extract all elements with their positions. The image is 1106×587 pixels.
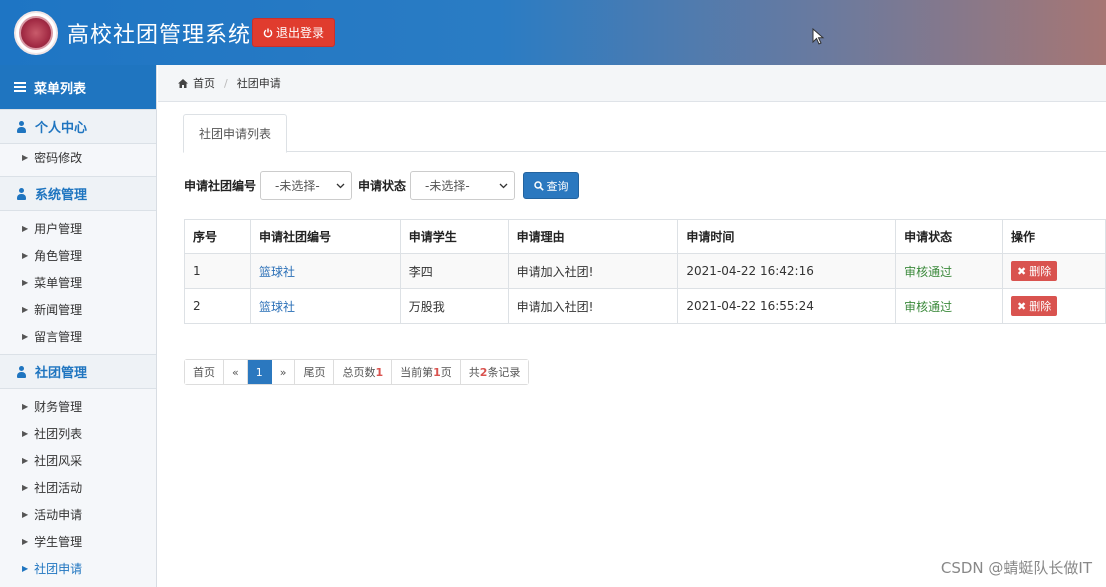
- delete-button[interactable]: ✖ 删除: [1011, 261, 1058, 281]
- caret-right-icon: ▶: [22, 456, 29, 465]
- status-label: 申请状态: [358, 179, 407, 193]
- breadcrumb: 首页 / 社团申请: [158, 65, 1106, 102]
- current-page-info: 当前第 1 页: [392, 360, 461, 384]
- first-page-button[interactable]: 首页: [185, 360, 224, 384]
- top-header: 高校社团管理系统 退出登录: [0, 0, 1106, 65]
- sidebar-item-roles[interactable]: ▶ 角色管理: [0, 242, 156, 269]
- sidebar-group-clubs[interactable]: 社团管理: [0, 354, 156, 389]
- club-link[interactable]: 篮球社: [259, 300, 295, 314]
- column-header: 申请状态: [895, 219, 1004, 254]
- list-icon: [14, 82, 26, 92]
- column-header: 操作: [1002, 219, 1106, 254]
- application-time: 2021-04-22 16:55:24: [677, 288, 897, 324]
- total-records-info: 共 2 条记录: [460, 360, 529, 384]
- chevron-down-icon: [499, 183, 508, 188]
- breadcrumb-home[interactable]: 首页: [193, 75, 215, 91]
- breadcrumb-current: 社团申请: [236, 77, 281, 90]
- status-badge: 审核通过: [904, 299, 953, 314]
- user-icon: [16, 365, 27, 378]
- sidebar-item-club-applications[interactable]: ▶ 社团申请: [0, 555, 156, 582]
- column-header: 申请时间: [677, 219, 897, 254]
- sidebar-item-club-showcase[interactable]: ▶ 社团风采: [0, 447, 156, 474]
- tab-bar: 社团申请列表: [183, 114, 1106, 153]
- last-page-button[interactable]: 尾页: [295, 360, 335, 384]
- power-icon: [263, 28, 273, 37]
- caret-right-icon: ▶: [22, 483, 29, 492]
- status-badge: 审核通过: [904, 264, 953, 279]
- sidebar: 菜单列表 个人中心 ▶ 密码修改 系统管理 ▶ 用户管理 ▶ 角色管理 ▶ 菜单管理 …: [0, 65, 157, 587]
- sidebar-item-students[interactable]: ▶ 学生管理: [0, 528, 156, 555]
- sidebar-item-menus[interactable]: ▶ 菜单管理: [0, 269, 156, 296]
- close-icon: ✖: [1017, 299, 1027, 313]
- application-time: 2021-04-22 16:42:16: [677, 253, 897, 289]
- logout-label: 退出登录: [275, 26, 324, 40]
- logout-button[interactable]: 退出登录: [252, 18, 335, 47]
- delete-button[interactable]: ✖ 删除: [1011, 296, 1058, 316]
- sidebar-item-finance[interactable]: ▶ 财务管理: [0, 393, 156, 420]
- query-button[interactable]: 查询: [523, 172, 580, 199]
- status-select[interactable]: -未选择-: [410, 171, 516, 200]
- table-row: 2 篮球社 万股我 申请加入社团! 2021-04-22 16:55:24 审核…: [184, 288, 1106, 324]
- student-name: 李四: [399, 253, 509, 289]
- home-icon: [178, 78, 188, 88]
- university-logo: [14, 11, 58, 55]
- total-pages-info: 总页数 1: [334, 360, 393, 384]
- column-header: 申请学生: [399, 219, 509, 254]
- search-icon: [533, 180, 544, 191]
- search-form: 申请社团编号 -未选择- 申请状态 -未选择- 查询: [184, 171, 580, 200]
- tab-club-application-list[interactable]: 社团申请列表: [183, 114, 287, 153]
- app-title: 高校社团管理系统: [67, 23, 252, 48]
- sidebar-group-system[interactable]: 系统管理: [0, 176, 156, 211]
- column-header: 申请理由: [507, 219, 679, 254]
- sidebar-item-activity-applications[interactable]: ▶ 活动申请: [0, 501, 156, 528]
- club-number-select[interactable]: -未选择-: [260, 171, 353, 200]
- caret-right-icon: ▶: [22, 429, 29, 438]
- pagination: 首页 « 1 » 尾页 总页数 1 当前第 1 页 共 2 条记录: [184, 359, 530, 385]
- caret-right-icon: ▶: [22, 153, 29, 162]
- table-header-row: 序号 申请社团编号 申请学生 申请理由 申请时间 申请状态 操作: [184, 219, 1106, 254]
- caret-right-icon: ▶: [22, 402, 29, 411]
- watermark: CSDN @蜻蜓队长做IT: [940, 559, 1092, 577]
- table-row: 1 篮球社 李四 申请加入社团! 2021-04-22 16:42:16 审核通…: [184, 253, 1106, 289]
- sidebar-group-personal[interactable]: 个人中心: [0, 109, 156, 144]
- club-number-label: 申请社团编号: [184, 179, 257, 193]
- mouse-cursor-icon: [812, 28, 825, 45]
- user-icon: [16, 187, 27, 200]
- sidebar-item-password[interactable]: ▶ 密码修改: [0, 144, 156, 171]
- application-reason: 申请加入社团!: [507, 253, 679, 289]
- menu-list-header: 菜单列表: [0, 65, 156, 109]
- caret-right-icon: ▶: [22, 332, 29, 341]
- sidebar-item-club-list[interactable]: ▶ 社团列表: [0, 420, 156, 447]
- application-table: 序号 申请社团编号 申请学生 申请理由 申请时间 申请状态 操作 1 篮球社 李…: [184, 219, 1106, 324]
- close-icon: ✖: [1017, 264, 1027, 278]
- caret-right-icon: ▶: [22, 251, 29, 260]
- student-name: 万股我: [399, 288, 509, 324]
- caret-right-icon: ▶: [22, 305, 29, 314]
- row-number: 1: [184, 253, 251, 289]
- breadcrumb-separator: /: [224, 76, 228, 90]
- caret-right-icon: ▶: [22, 224, 29, 233]
- caret-right-icon: ▶: [22, 537, 29, 546]
- application-reason: 申请加入社团!: [507, 288, 679, 324]
- row-number: 2: [184, 288, 251, 324]
- caret-right-icon: ▶: [22, 278, 29, 287]
- caret-right-icon: ▶: [22, 510, 29, 519]
- club-link[interactable]: 篮球社: [259, 265, 295, 279]
- chevron-down-icon: [336, 183, 345, 188]
- page-1-button[interactable]: 1: [247, 360, 272, 384]
- column-header: 序号: [184, 219, 251, 254]
- prev-page-button[interactable]: «: [224, 360, 248, 384]
- sidebar-item-news[interactable]: ▶ 新闻管理: [0, 296, 156, 323]
- sidebar-item-users[interactable]: ▶ 用户管理: [0, 215, 156, 242]
- sidebar-item-club-activities[interactable]: ▶ 社团活动: [0, 474, 156, 501]
- column-header: 申请社团编号: [249, 219, 401, 254]
- caret-right-icon: ▶: [22, 564, 29, 573]
- sidebar-item-messages[interactable]: ▶ 留言管理: [0, 323, 156, 350]
- next-page-button[interactable]: »: [271, 360, 296, 384]
- user-icon: [16, 120, 27, 133]
